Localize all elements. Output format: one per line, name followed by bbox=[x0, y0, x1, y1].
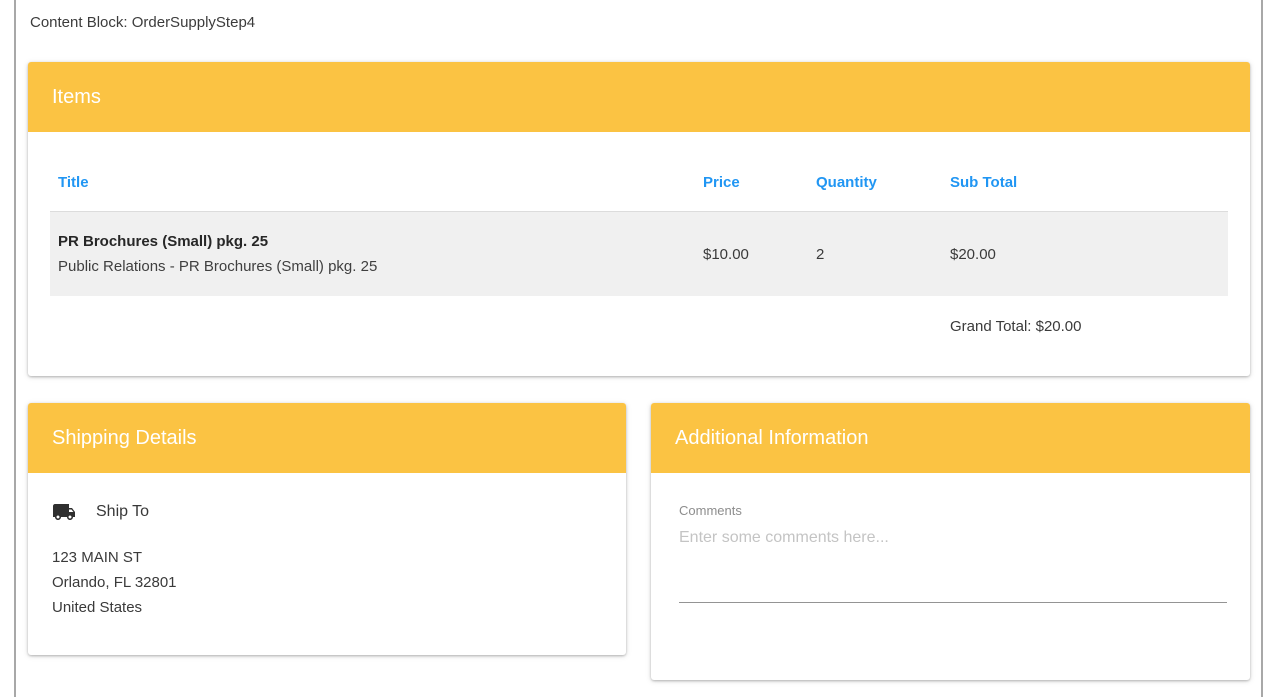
item-table-row: PR Brochures (Small) pkg. 25 Public Rela… bbox=[50, 212, 1228, 296]
column-header-title: Title bbox=[50, 174, 703, 191]
item-quantity: 2 bbox=[816, 246, 950, 263]
grand-total-spacer bbox=[50, 318, 703, 335]
shipping-address: 123 MAIN ST Orlando, FL 32801 United Sta… bbox=[52, 545, 602, 620]
shipping-card-body: Ship To 123 MAIN ST Orlando, FL 32801 Un… bbox=[28, 473, 626, 620]
item-description: Public Relations - PR Brochures (Small) … bbox=[58, 254, 703, 279]
item-title-cell: PR Brochures (Small) pkg. 25 Public Rela… bbox=[50, 229, 703, 279]
grand-total-row: Grand Total: $20.00 bbox=[50, 318, 1228, 335]
additional-card-title: Additional Information bbox=[675, 427, 868, 450]
items-card-header: Items bbox=[28, 62, 1250, 132]
column-header-quantity: Quantity bbox=[816, 174, 950, 191]
item-subtotal: $20.00 bbox=[950, 246, 1228, 263]
item-title: PR Brochures (Small) pkg. 25 bbox=[58, 229, 703, 254]
items-card-title: Items bbox=[52, 86, 101, 109]
comments-label: Comments bbox=[679, 503, 1227, 518]
address-line-3: United States bbox=[52, 595, 602, 620]
panel-right-border bbox=[1261, 0, 1263, 697]
shipping-card-header: Shipping Details bbox=[28, 403, 626, 473]
address-line-2: Orlando, FL 32801 bbox=[52, 570, 602, 595]
shipping-card-title: Shipping Details bbox=[52, 427, 197, 450]
additional-card-body: Comments bbox=[651, 473, 1250, 603]
items-card: Items Title Price Quantity Sub Total PR … bbox=[28, 62, 1250, 376]
column-header-subtotal: Sub Total bbox=[950, 174, 1228, 191]
ship-to-label: Ship To bbox=[96, 503, 149, 521]
comments-input[interactable] bbox=[679, 529, 1227, 603]
page-title: Content Block: OrderSupplyStep4 bbox=[30, 14, 255, 31]
items-table-header-row: Title Price Quantity Sub Total bbox=[50, 132, 1228, 212]
address-line-1: 123 MAIN ST bbox=[52, 545, 602, 570]
additional-card-header: Additional Information bbox=[651, 403, 1250, 473]
item-price: $10.00 bbox=[703, 246, 816, 263]
ship-to-row: Ship To bbox=[52, 500, 602, 524]
panel-left-border bbox=[14, 0, 16, 697]
shipping-details-card: Shipping Details Ship To 123 MAIN ST Orl… bbox=[28, 403, 626, 655]
column-header-price: Price bbox=[703, 174, 816, 191]
content-block-panel: Content Block: OrderSupplyStep4 Items Ti… bbox=[0, 0, 1281, 697]
items-table: Title Price Quantity Sub Total PR Brochu… bbox=[50, 132, 1228, 335]
additional-information-card: Additional Information Comments bbox=[651, 403, 1250, 680]
shipping-truck-icon bbox=[52, 500, 76, 524]
grand-total-text: Grand Total: $20.00 bbox=[950, 318, 1228, 335]
